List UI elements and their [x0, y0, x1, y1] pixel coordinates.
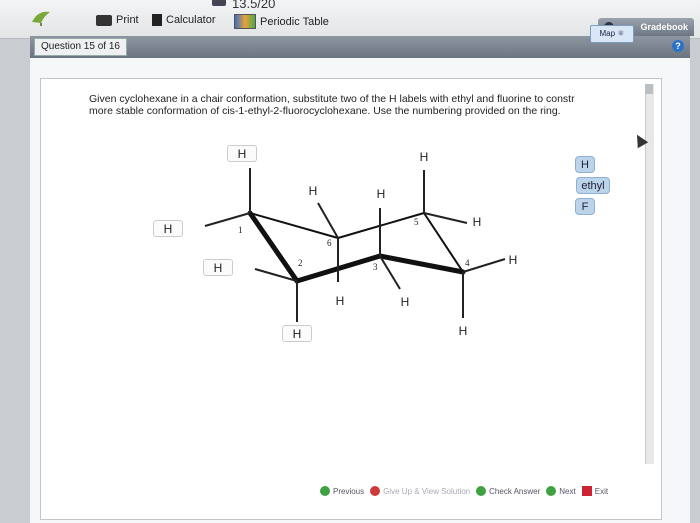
previous-icon	[320, 486, 330, 496]
check-answer-icon	[476, 486, 487, 496]
bond-3-4	[377, 253, 466, 275]
ring-number-1: 1	[238, 225, 243, 235]
previous-label: Previous	[333, 486, 365, 496]
give-up-button[interactable]: Give Up & View Solution	[370, 486, 470, 496]
ring-number-2: 2	[298, 258, 303, 268]
h-label-c1-axial[interactable]: H	[227, 145, 257, 162]
h-label-c3-axial[interactable]: H	[366, 185, 396, 202]
footer-nav: Previous Give Up & View Solution Check A…	[320, 486, 608, 496]
give-up-icon	[370, 486, 381, 496]
h-label-c6-axial[interactable]: H	[325, 292, 355, 309]
exit-label: Exit	[594, 486, 609, 496]
previous-button[interactable]: Previous	[320, 486, 364, 496]
next-label: Next	[559, 486, 576, 496]
h-label-c1-equatorial[interactable]: H	[153, 220, 183, 237]
h-label-c4-axial[interactable]: H	[448, 322, 478, 339]
ring-number-5: 5	[414, 217, 419, 227]
h-label-c4-equatorial[interactable]: H	[498, 251, 528, 268]
exit-icon	[581, 486, 592, 496]
palette-f[interactable]: F	[575, 198, 595, 215]
palette-h[interactable]: H	[575, 156, 595, 173]
ring-number-3: 3	[373, 262, 378, 272]
h-label-c5-axial[interactable]: H	[409, 148, 439, 165]
give-up-label: Give Up & View Solution	[383, 486, 471, 496]
exit-button[interactable]: Exit	[581, 486, 609, 496]
h-label-c2-equatorial[interactable]: H	[203, 259, 233, 276]
check-answer-button[interactable]: Check Answer	[476, 486, 540, 496]
check-answer-label: Check Answer	[489, 486, 541, 496]
next-icon	[546, 486, 557, 496]
chair-structure: 1 2 3 4 5 6	[204, 168, 506, 322]
bond-c1-equatorial	[204, 212, 251, 227]
ring-number-6: 6	[327, 238, 332, 248]
ring-number-4: 4	[465, 258, 470, 268]
next-button[interactable]: Next	[546, 486, 576, 496]
h-label-c2-axial[interactable]: H	[282, 325, 312, 342]
palette-ethyl[interactable]: ethyl	[576, 177, 610, 194]
h-label-c3-equatorial[interactable]: H	[390, 293, 420, 310]
bond-1-2	[247, 210, 300, 284]
h-label-c5-equatorial[interactable]: H	[462, 213, 492, 230]
h-label-c6-equatorial[interactable]: H	[298, 182, 328, 199]
